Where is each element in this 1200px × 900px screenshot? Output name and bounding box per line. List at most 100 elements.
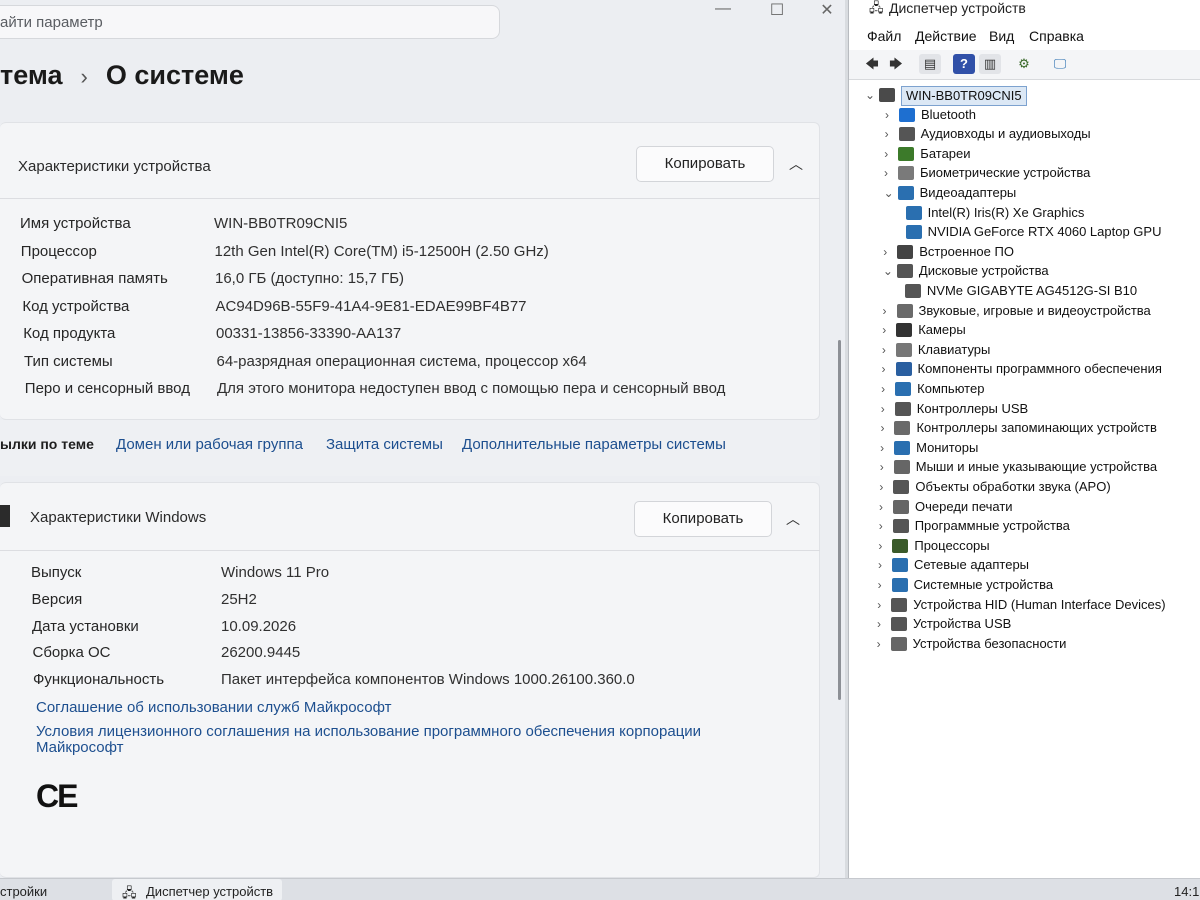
settings-window: айти параметр — ☐ ✕ тема › О системе Харак… (0, 0, 845, 878)
system-protection-link[interactable]: Защита системы (326, 436, 443, 453)
ce-mark-icon: CE (36, 778, 78, 814)
chevron-up-icon[interactable]: ︿ (786, 509, 800, 529)
tree-category-label: Системные устройства (913, 577, 1054, 592)
chevron-right-icon[interactable]: › (879, 498, 891, 516)
spec-value: 64-разрядная операционная система, проце… (216, 352, 587, 370)
copy-device-specs-button[interactable]: Копировать (636, 146, 774, 182)
tree-category-label: Контроллеры USB (916, 400, 1029, 416)
tree-category-label: Устройства USB (912, 616, 1012, 632)
device-category-icon (895, 362, 912, 377)
chevron-right-icon[interactable]: › (882, 321, 894, 339)
chevron-right-icon[interactable]: › (885, 125, 897, 143)
tree-category-label: Видеоадаптеры (919, 185, 1017, 200)
toolbar: 🡄 🡆 ▤ ? ▥ ⚙ 🖵 (849, 50, 1200, 80)
chevron-right-icon[interactable]: › (880, 458, 892, 476)
chevron-right-icon[interactable]: › (880, 419, 892, 437)
chevron-right-icon[interactable]: › (885, 106, 897, 124)
chevron-right-icon[interactable]: › (881, 400, 893, 418)
maximize-icon[interactable]: ☐ (762, 0, 792, 20)
chevron-right-icon[interactable]: › (882, 360, 894, 378)
tree-device-label: NVMe GIGABYTE AG4512G-SI B10 (926, 283, 1138, 298)
spec-label: Код устройства (22, 297, 130, 315)
chevron-right-icon[interactable]: › (882, 341, 894, 359)
menu-action[interactable]: Действие (915, 28, 977, 44)
monitor-icon[interactable]: 🖵 (1049, 54, 1071, 74)
tree-category-label: Процессоры (914, 537, 990, 553)
chevron-down-icon[interactable]: ⌄ (883, 262, 895, 280)
chevron-right-icon[interactable]: › (879, 517, 891, 535)
divider (0, 198, 820, 199)
chevron-right-icon[interactable]: › (881, 380, 893, 398)
spec-value: 12th Gen Intel(R) Core(TM) i5-12500H (2.… (214, 242, 549, 260)
search-input[interactable]: айти параметр (0, 5, 500, 39)
forward-icon[interactable]: 🡆 (885, 54, 907, 74)
help-icon[interactable]: ? (953, 54, 975, 74)
license-terms-link[interactable]: Условия лицензионного соглашения на испо… (36, 723, 701, 740)
tree-category-label: Компоненты программного обеспечения (917, 361, 1162, 377)
chevron-right-icon[interactable]: › (878, 556, 890, 574)
spec-value: Windows 11 Pro (221, 564, 330, 581)
spec-value: 25H2 (221, 590, 257, 608)
chevron-right-icon[interactable]: › (877, 635, 889, 653)
windows-specs-title: Характеристики Windows (30, 509, 207, 526)
chevron-down-icon[interactable]: ⌄ (865, 86, 877, 104)
tree-category-label: Встроенное ПО (919, 243, 1014, 259)
chevron-right-icon[interactable]: › (877, 596, 889, 614)
chevron-right-icon[interactable]: › (884, 164, 896, 182)
chevron-right-icon[interactable]: › (878, 537, 890, 555)
clock[interactable]: 14:1 (1174, 884, 1199, 899)
tree-category-label: Мыши и иные указывающие устройства (915, 459, 1158, 475)
device-icon (904, 284, 921, 298)
tree-device-label: NVIDIA GeForce RTX 4060 Laptop GPU (927, 224, 1162, 240)
spec-value: 00331-13856-33390-AA137 (216, 325, 402, 342)
page-title: О системе (105, 60, 244, 90)
device-category-icon (897, 244, 914, 259)
spec-value: Для этого монитора недоступен ввод с пом… (217, 380, 726, 397)
chevron-up-icon[interactable]: ︿ (789, 154, 803, 174)
chevron-right-icon[interactable]: › (880, 439, 892, 457)
device-category-icon (893, 499, 910, 514)
device-category-icon (899, 107, 915, 122)
spec-label: Дата установки (32, 617, 139, 635)
domain-workgroup-link[interactable]: Домен или рабочая группа (116, 436, 303, 453)
chevron-down-icon[interactable]: ⌄ (884, 184, 896, 202)
breadcrumb-parent[interactable]: тема (0, 60, 63, 90)
device-icon (905, 225, 922, 240)
chevron-right-icon[interactable]: › (877, 615, 889, 633)
tree-category-label: Дисковые устройства (918, 263, 1049, 279)
close-icon[interactable]: ✕ (812, 0, 842, 20)
view-icon[interactable]: ▥ (979, 54, 1001, 74)
device-category-icon (894, 401, 911, 416)
device-category-icon (890, 617, 907, 632)
menu-file[interactable]: Файл (867, 28, 901, 44)
window-title: 🖧 Диспетчер устройств (849, 0, 1200, 22)
spec-value: Пакет интерфейса компонентов Windows 100… (221, 671, 635, 689)
tree-category-label: Биометрические устройства (919, 165, 1091, 181)
device-specs-title: Характеристики устройства (18, 158, 211, 175)
chevron-right-icon[interactable]: › (879, 478, 891, 496)
taskbar-device-manager[interactable]: Диспетчер устройств (146, 884, 273, 899)
spec-label: Выпуск (31, 564, 82, 581)
chevron-right-icon[interactable]: › (884, 145, 896, 163)
chevron-right-icon[interactable]: › (883, 302, 895, 320)
properties-icon[interactable]: ▤ (919, 54, 941, 74)
device-category-icon (894, 440, 911, 455)
device-category-icon (894, 421, 911, 436)
back-icon[interactable]: 🡄 (861, 54, 883, 74)
services-agreement-link[interactable]: Соглашение об использовании служб Майкро… (36, 699, 391, 716)
advanced-system-settings-link[interactable]: Дополнительные параметры системы (462, 436, 726, 453)
device-category-icon (893, 460, 910, 475)
scan-icon[interactable]: ⚙ (1013, 54, 1035, 74)
spec-label: Тип системы (24, 352, 113, 370)
minimize-icon[interactable]: — (708, 0, 738, 18)
scrollbar[interactable] (838, 340, 841, 700)
menu-view[interactable]: Вид (989, 28, 1014, 44)
taskbar-settings[interactable]: стройки (0, 884, 47, 899)
menu-help[interactable]: Справка (1029, 28, 1084, 44)
device-category-icon (897, 186, 914, 200)
license-terms-link-cont[interactable]: Майкрософт (36, 739, 124, 756)
tree-category-label: Камеры (918, 322, 966, 338)
chevron-right-icon[interactable]: › (878, 576, 890, 594)
chevron-right-icon[interactable]: › (883, 243, 895, 261)
copy-windows-specs-button[interactable]: Копировать (634, 501, 772, 537)
